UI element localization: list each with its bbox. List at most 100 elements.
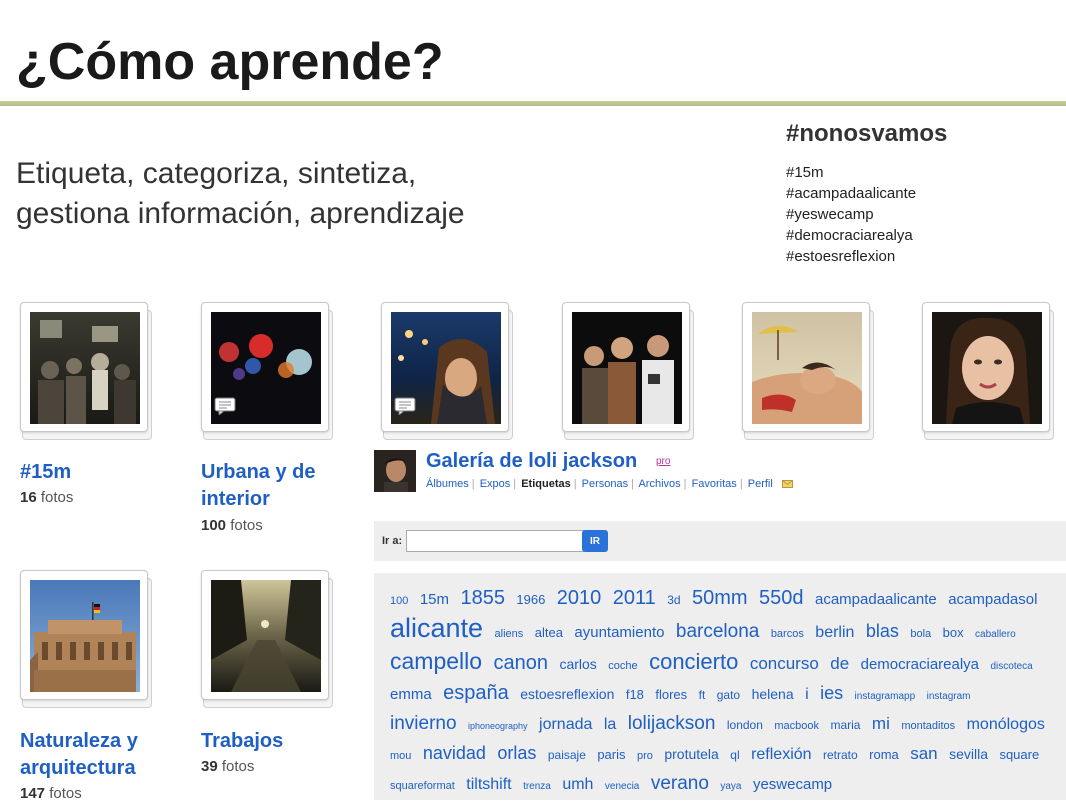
tag-cloud-item[interactable]: altea: [535, 625, 563, 640]
tag-cloud-item[interactable]: democraciarealya: [861, 656, 979, 673]
album-thumbnail-urbana[interactable]: [201, 302, 333, 440]
tag-cloud-item[interactable]: ayuntamiento: [574, 624, 664, 641]
tag-cloud-item[interactable]: sevilla: [949, 746, 988, 762]
tag-cloud-item[interactable]: 3d: [667, 593, 680, 607]
tag-cloud-item[interactable]: orlas: [497, 743, 536, 763]
tag-cloud-item[interactable]: yaya: [720, 781, 741, 792]
tag-cloud-item[interactable]: umh: [562, 776, 593, 793]
album-thumbnail-naturaleza[interactable]: [20, 570, 152, 708]
tag-cloud-item[interactable]: de: [830, 654, 849, 673]
tag-cloud-item[interactable]: tiltshift: [466, 776, 511, 793]
tag-cloud-item[interactable]: helena: [752, 686, 794, 702]
tag-cloud-item[interactable]: f18: [626, 687, 644, 702]
album-thumbnail-group[interactable]: [562, 302, 694, 440]
hashtag-item[interactable]: #democraciarealya: [786, 225, 947, 246]
nav-favoritas[interactable]: Favoritas: [692, 478, 737, 490]
pro-badge[interactable]: pro: [656, 456, 670, 467]
tag-cloud-item[interactable]: ies: [820, 683, 843, 703]
tag-cloud-item[interactable]: 100: [390, 595, 408, 607]
tag-cloud-item[interactable]: maria: [830, 718, 860, 732]
tag-cloud-item[interactable]: caballero: [975, 629, 1016, 640]
tag-cloud-item[interactable]: paisaje: [548, 748, 586, 762]
avatar[interactable]: [374, 450, 416, 492]
tag-cloud-item[interactable]: lolijackson: [628, 713, 716, 734]
tag-cloud-item[interactable]: 50mm: [692, 587, 748, 609]
nav-albumes[interactable]: Álbumes: [426, 478, 469, 490]
mail-icon[interactable]: [781, 480, 793, 489]
nav-expos[interactable]: Expos: [480, 478, 511, 490]
tag-cloud-item[interactable]: alicante: [390, 613, 483, 643]
tag-cloud-item[interactable]: ql: [730, 748, 739, 762]
tag-cloud-item[interactable]: acampadaalicante: [815, 591, 937, 608]
tag-cloud-item[interactable]: mou: [390, 750, 411, 762]
tag-cloud-item[interactable]: coche: [608, 660, 637, 672]
tag-cloud-item[interactable]: concurso: [750, 654, 819, 673]
nav-personas[interactable]: Personas: [582, 478, 628, 490]
tag-cloud-item[interactable]: yeswecamp: [753, 776, 832, 793]
tag-cloud-item[interactable]: macbook: [774, 720, 819, 732]
goto-input[interactable]: [406, 530, 584, 552]
tag-cloud-item[interactable]: roma: [869, 747, 899, 762]
tag-cloud-item[interactable]: 2010: [557, 587, 602, 609]
album-title-naturaleza[interactable]: Naturaleza y arquitectura: [20, 728, 138, 782]
goto-button[interactable]: IR: [582, 530, 608, 552]
tag-cloud-item[interactable]: monólogos: [967, 716, 1045, 733]
tag-cloud-item[interactable]: 15m: [420, 591, 449, 608]
tag-cloud-item[interactable]: campello: [390, 648, 482, 674]
tag-cloud-item[interactable]: squareformat: [390, 780, 455, 792]
album-title-urbana[interactable]: Urbana y de interior: [201, 459, 315, 513]
tag-cloud-item[interactable]: i: [805, 686, 809, 703]
tag-cloud-item[interactable]: concierto: [649, 649, 738, 674]
nav-etiquetas[interactable]: Etiquetas: [521, 478, 571, 490]
tag-cloud-item[interactable]: box: [943, 625, 964, 640]
album-title-15m[interactable]: #15m: [20, 459, 71, 486]
tag-cloud-item[interactable]: ft: [699, 688, 706, 702]
hashtag-item[interactable]: #acampadaalicante: [786, 183, 947, 204]
tag-cloud-item[interactable]: london: [727, 718, 763, 732]
tag-cloud-item[interactable]: 550d: [759, 587, 804, 609]
tag-cloud-item[interactable]: instagram: [927, 691, 971, 702]
tag-cloud-item[interactable]: san: [910, 744, 937, 763]
tag-cloud-item[interactable]: invierno: [390, 713, 457, 734]
hashtag-item[interactable]: #estoesreflexion: [786, 246, 947, 267]
tag-cloud-item[interactable]: protutela: [664, 746, 718, 762]
tag-cloud-item[interactable]: paris: [597, 747, 625, 762]
tag-cloud-item[interactable]: discoteca: [990, 661, 1032, 672]
album-thumbnail-trabajos[interactable]: [201, 570, 333, 708]
nav-perfil[interactable]: Perfil: [748, 478, 773, 490]
hashtag-item[interactable]: #15m: [786, 162, 947, 183]
tag-cloud-item[interactable]: acampadasol: [948, 591, 1037, 608]
tag-cloud-item[interactable]: blas: [866, 621, 899, 641]
tag-cloud-item[interactable]: retrato: [823, 748, 858, 762]
tag-cloud-item[interactable]: barcos: [771, 628, 804, 640]
gallery-title[interactable]: Galería de loli jackson: [426, 450, 637, 473]
tag-cloud-item[interactable]: navidad: [423, 743, 486, 763]
tag-cloud-item[interactable]: mi: [872, 714, 890, 733]
tag-cloud-item[interactable]: 1855: [460, 587, 505, 609]
tag-cloud-item[interactable]: instagramapp: [855, 691, 916, 702]
tag-cloud-item[interactable]: gato: [717, 688, 740, 702]
tag-cloud-item[interactable]: carlos: [559, 656, 596, 672]
tag-cloud-item[interactable]: verano: [651, 773, 709, 794]
album-thumbnail-15m[interactable]: [20, 302, 152, 440]
tag-cloud-item[interactable]: emma: [390, 686, 432, 703]
tag-cloud-item[interactable]: 1966: [516, 592, 545, 607]
hashtag-item[interactable]: #yeswecamp: [786, 204, 947, 225]
tag-cloud-item[interactable]: reflexión: [751, 746, 811, 763]
album-thumbnail-beach[interactable]: [742, 302, 874, 440]
tag-cloud-item[interactable]: estoesreflexion: [520, 686, 614, 702]
tag-cloud-item[interactable]: la: [604, 716, 616, 733]
tag-cloud-item[interactable]: iphoneography: [468, 721, 528, 731]
album-title-trabajos[interactable]: Trabajos: [201, 728, 283, 755]
tag-cloud-item[interactable]: canon: [494, 652, 549, 674]
tag-cloud-item[interactable]: flores: [655, 687, 687, 702]
tag-cloud-item[interactable]: 2011: [613, 587, 656, 609]
tag-cloud-item[interactable]: españa: [443, 682, 509, 704]
tag-cloud-item[interactable]: trenza: [523, 781, 551, 792]
album-thumbnail-girl-night[interactable]: [381, 302, 513, 440]
album-thumbnail-portrait[interactable]: [922, 302, 1054, 440]
tag-cloud-item[interactable]: pro: [637, 750, 653, 762]
tag-cloud-item[interactable]: venecia: [605, 781, 639, 792]
tag-cloud-item[interactable]: aliens: [495, 628, 524, 640]
tag-cloud-item[interactable]: square: [999, 747, 1039, 762]
